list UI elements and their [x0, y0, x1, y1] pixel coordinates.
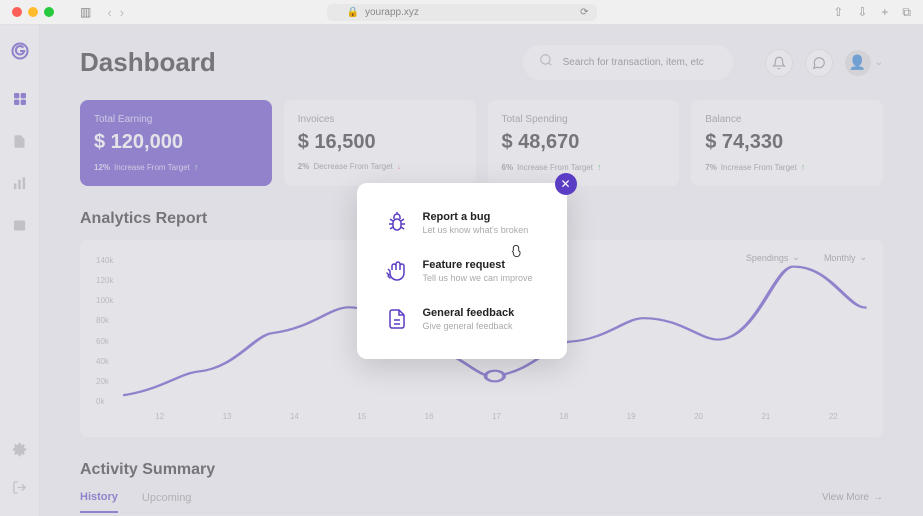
- modal-item-title: General feedback: [423, 307, 515, 319]
- modal-close-button[interactable]: ✕: [555, 173, 577, 195]
- back-button[interactable]: ‹: [107, 5, 111, 20]
- refresh-icon[interactable]: ⟳: [580, 7, 588, 18]
- modal-item-feature[interactable]: Feature request Tell us how we can impro…: [385, 259, 539, 283]
- maximize-window[interactable]: [44, 7, 54, 17]
- close-window[interactable]: [12, 7, 22, 17]
- titlebar-right: ⇧ ⇩ + ⧉: [833, 5, 911, 20]
- traffic-lights: [12, 7, 54, 17]
- cursor-icon: [508, 242, 524, 261]
- url-text: yourapp.xyz: [365, 7, 419, 18]
- modal-item-sub: Give general feedback: [423, 321, 515, 331]
- modal-item-bug[interactable]: Report a bug Let us know what's broken: [385, 211, 539, 235]
- share-icon[interactable]: ⇧: [833, 5, 843, 20]
- modal-item-sub: Let us know what's broken: [423, 225, 529, 235]
- modal-item-sub: Tell us how we can improve: [423, 273, 533, 283]
- lock-icon: 🔒: [347, 7, 359, 18]
- tabs-icon[interactable]: ⧉: [902, 5, 911, 20]
- forward-button[interactable]: ›: [120, 5, 124, 20]
- nav-arrows: ‹ ›: [107, 5, 124, 20]
- feedback-modal: ✕ Report a bug Let us know what's broken…: [357, 183, 567, 359]
- modal-item-feedback[interactable]: General feedback Give general feedback: [385, 307, 539, 331]
- document-icon: [385, 307, 409, 331]
- hand-icon: [385, 259, 409, 283]
- add-tab-icon[interactable]: +: [881, 5, 888, 20]
- bug-icon: [385, 211, 409, 235]
- sidebar-toggle-icon[interactable]: ▥: [80, 5, 91, 19]
- url-bar[interactable]: 🔒 yourapp.xyz ⟳: [327, 4, 597, 21]
- modal-overlay[interactable]: ✕ Report a bug Let us know what's broken…: [0, 25, 923, 516]
- browser-titlebar: ▥ ‹ › 🔒 yourapp.xyz ⟳ ⇧ ⇩ + ⧉: [0, 0, 923, 25]
- download-icon[interactable]: ⇩: [857, 5, 867, 20]
- minimize-window[interactable]: [28, 7, 38, 17]
- modal-item-title: Report a bug: [423, 211, 529, 223]
